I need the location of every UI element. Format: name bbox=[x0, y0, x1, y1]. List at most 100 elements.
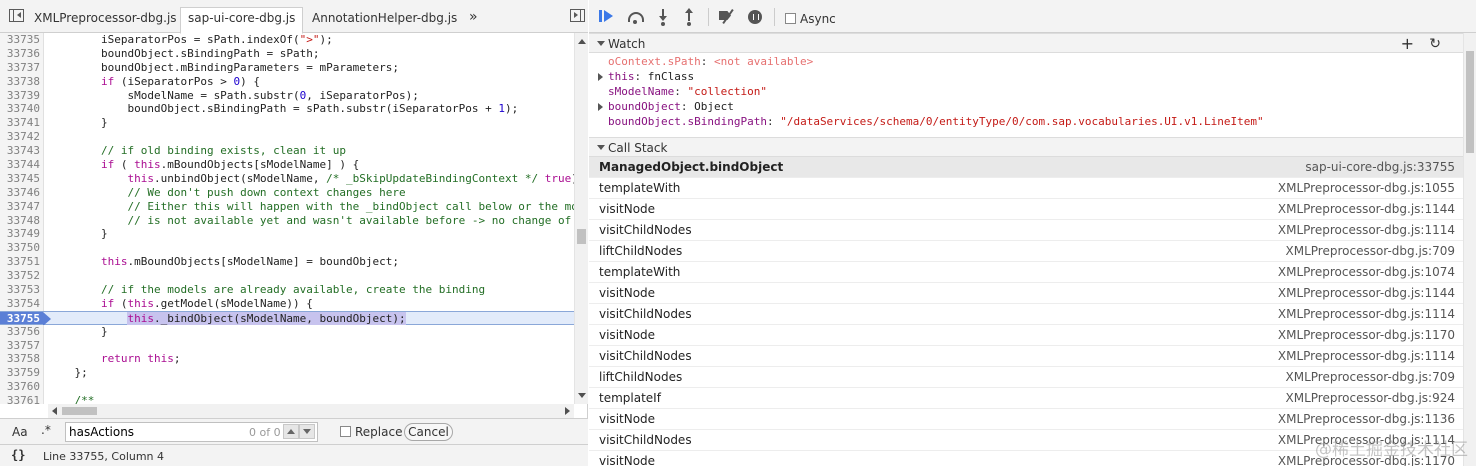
step-over-icon[interactable] bbox=[626, 7, 646, 27]
editor-horizontal-scrollbar[interactable] bbox=[48, 404, 574, 418]
line-number[interactable]: 33750 bbox=[0, 241, 44, 256]
code-line[interactable]: 33744 if ( this.mBoundObjects[sModelName… bbox=[0, 158, 574, 172]
editor-vertical-scrollbar[interactable] bbox=[574, 33, 588, 404]
callstack-frame[interactable]: visitChildNodes XMLPreprocessor-dbg.js:11… bbox=[589, 304, 1463, 325]
search-previous-button[interactable] bbox=[283, 424, 299, 439]
line-number[interactable]: 33743 bbox=[0, 144, 44, 159]
frame-location-link[interactable]: XMLPreprocessor-dbg.js:1144 bbox=[1278, 283, 1455, 304]
frame-location-link[interactable]: XMLPreprocessor-dbg.js:1114 bbox=[1278, 304, 1455, 325]
code-line[interactable]: 33758 return this; bbox=[0, 352, 574, 367]
line-number[interactable]: 33738 bbox=[0, 74, 44, 89]
callstack-frame[interactable]: visitChildNodes XMLPreprocessor-dbg.js:11… bbox=[589, 346, 1463, 367]
add-watch-button[interactable]: + bbox=[1401, 34, 1414, 53]
match-case-toggle[interactable]: Aa bbox=[12, 425, 28, 439]
line-number[interactable]: 33746 bbox=[0, 185, 44, 200]
frame-location-link[interactable]: XMLPreprocessor-dbg.js:924 bbox=[1286, 388, 1456, 409]
line-number[interactable]: 33757 bbox=[0, 338, 44, 353]
line-number[interactable]: 33758 bbox=[0, 352, 44, 367]
scroll-thumb[interactable] bbox=[577, 229, 586, 244]
frame-location-link[interactable]: XMLPreprocessor-dbg.js:709 bbox=[1286, 367, 1456, 388]
watch-pane-header[interactable]: Watch + ↻ bbox=[589, 33, 1463, 53]
callstack-frame[interactable]: liftChildNodes XMLPreprocessor-dbg.js:709 bbox=[589, 367, 1463, 388]
code-editor[interactable]: 33735 iSeparatorPos = sPath.indexOf(">")… bbox=[0, 33, 574, 404]
regex-toggle[interactable]: .* bbox=[41, 423, 51, 437]
code-line[interactable]: 33750 bbox=[0, 241, 574, 256]
refresh-icon[interactable]: ↻ bbox=[1429, 36, 1441, 52]
watch-expression[interactable]: boundObject.sBindingPath: "/dataServices… bbox=[589, 115, 1264, 129]
line-number[interactable]: 33752 bbox=[0, 269, 44, 284]
more-tabs-button[interactable]: » bbox=[469, 9, 478, 25]
frame-location-link[interactable]: XMLPreprocessor-dbg.js:1055 bbox=[1278, 178, 1455, 199]
callstack-frame[interactable]: visitChildNodes XMLPreprocessor-dbg.js:11… bbox=[589, 220, 1463, 241]
code-line[interactable]: 33754 if (this.getModel(sModelName)) { bbox=[0, 296, 574, 311]
pause-on-exceptions-icon[interactable] bbox=[746, 7, 766, 27]
code-line[interactable]: 33742 bbox=[0, 130, 574, 145]
scroll-thumb[interactable] bbox=[1466, 51, 1474, 153]
frame-location-link[interactable]: XMLPreprocessor-dbg.js:1114 bbox=[1278, 346, 1455, 367]
callstack-frame[interactable]: templateWith XMLPreprocessor-dbg.js:1074 bbox=[589, 262, 1463, 283]
resume-icon[interactable] bbox=[598, 7, 618, 27]
line-number[interactable]: 33745 bbox=[0, 171, 44, 186]
code-line[interactable]: 33737 boundObject.mBindingParameters = m… bbox=[0, 60, 574, 75]
line-number[interactable]: 33741 bbox=[0, 116, 44, 131]
code-line[interactable]: 33739 sModelName = sPath.substr(0, iSepa… bbox=[0, 88, 574, 103]
watch-expression[interactable]: sModelName: "collection" bbox=[589, 85, 767, 99]
frame-location-link[interactable]: XMLPreprocessor-dbg.js:1074 bbox=[1278, 262, 1455, 283]
code-line[interactable]: 33747 // Either this will happen with th… bbox=[0, 199, 574, 214]
line-number[interactable]: 33747 bbox=[0, 199, 44, 214]
scroll-thumb[interactable] bbox=[62, 407, 97, 415]
expand-arrow-icon[interactable] bbox=[598, 103, 603, 111]
tab-sap-ui-core[interactable]: sap-ui-core-dbg.js bbox=[180, 7, 303, 34]
code-line[interactable]: 33736 boundObject.sBindingPath = sPath; bbox=[0, 46, 574, 61]
expand-arrow-icon[interactable] bbox=[598, 73, 603, 81]
code-line[interactable]: 33749 } bbox=[0, 227, 574, 242]
line-number[interactable]: 33755 bbox=[0, 311, 51, 326]
callstack-frame[interactable]: ManagedObject.bindObject sap-ui-core-dbg.… bbox=[589, 157, 1463, 178]
line-number[interactable]: 33739 bbox=[0, 88, 44, 103]
code-line[interactable]: 33751 this.mBoundObjects[sModelName] = b… bbox=[0, 255, 574, 270]
replace-checkbox[interactable] bbox=[340, 426, 351, 437]
code-line[interactable]: 33748 // is not available yet and wasn't… bbox=[0, 213, 574, 228]
watch-expression[interactable]: boundObject: Object bbox=[589, 100, 734, 114]
line-number[interactable]: 33736 bbox=[0, 46, 44, 61]
frame-location-link[interactable]: XMLPreprocessor-dbg.js:1144 bbox=[1278, 199, 1455, 220]
line-number[interactable]: 33753 bbox=[0, 283, 44, 297]
async-checkbox[interactable] bbox=[785, 13, 796, 24]
tab-annotationhelper[interactable]: AnnotationHelper-dbg.js bbox=[305, 8, 460, 33]
cancel-button[interactable]: Cancel bbox=[404, 423, 453, 441]
toggle-debugger-icon[interactable] bbox=[570, 9, 585, 22]
code-line[interactable]: 33745 this.unbindObject(sModelName, /* _… bbox=[0, 171, 574, 186]
line-number[interactable]: 33740 bbox=[0, 102, 44, 117]
line-number[interactable]: 33761 bbox=[0, 394, 44, 404]
line-number[interactable]: 33760 bbox=[0, 380, 44, 395]
watch-expression[interactable]: oContext.sPath: <not available> bbox=[589, 55, 813, 69]
code-line[interactable]: 33735 iSeparatorPos = sPath.indexOf(">")… bbox=[0, 33, 574, 47]
line-number[interactable]: 33751 bbox=[0, 255, 44, 270]
callstack-frame[interactable]: visitNode XMLPreprocessor-dbg.js:1136 bbox=[589, 409, 1463, 430]
callstack-pane-header[interactable]: Call Stack bbox=[589, 137, 1463, 157]
callstack-frame[interactable]: visitNode XMLPreprocessor-dbg.js:1170 bbox=[589, 325, 1463, 346]
scroll-left-icon[interactable] bbox=[52, 407, 57, 415]
watch-expression[interactable]: this: fnClass bbox=[589, 70, 694, 84]
code-line[interactable]: 33741 } bbox=[0, 116, 574, 131]
callstack-frame[interactable]: liftChildNodes XMLPreprocessor-dbg.js:709 bbox=[589, 241, 1463, 262]
frame-location-link[interactable]: XMLPreprocessor-dbg.js:1114 bbox=[1278, 220, 1455, 241]
line-number[interactable]: 33749 bbox=[0, 227, 44, 242]
sidebar-scrollbar[interactable] bbox=[1463, 33, 1476, 466]
frame-location-link[interactable]: sap-ui-core-dbg.js:33755 bbox=[1305, 157, 1455, 178]
code-line[interactable]: 33743 // if old binding exists, clean it… bbox=[0, 144, 574, 159]
pretty-print-button[interactable]: {} bbox=[11, 448, 25, 462]
line-number[interactable]: 33737 bbox=[0, 60, 44, 75]
line-number[interactable]: 33735 bbox=[0, 33, 44, 47]
callstack-frame[interactable]: templateIf XMLPreprocessor-dbg.js:924 bbox=[589, 388, 1463, 409]
search-next-button[interactable] bbox=[299, 424, 315, 439]
code-line[interactable]: 33738 if (iSeparatorPos > 0) { bbox=[0, 74, 574, 89]
step-into-icon[interactable] bbox=[654, 7, 674, 27]
callstack-frame[interactable]: visitNode XMLPreprocessor-dbg.js:1144 bbox=[589, 199, 1463, 220]
line-number[interactable]: 33744 bbox=[0, 158, 44, 172]
scroll-down-icon[interactable] bbox=[578, 393, 586, 398]
deactivate-breakpoints-icon[interactable] bbox=[718, 7, 738, 27]
scroll-up-icon[interactable] bbox=[578, 39, 586, 44]
code-line[interactable]: 33740 boundObject.sBindingPath = sPath.s… bbox=[0, 102, 574, 117]
line-number[interactable]: 33754 bbox=[0, 296, 44, 311]
